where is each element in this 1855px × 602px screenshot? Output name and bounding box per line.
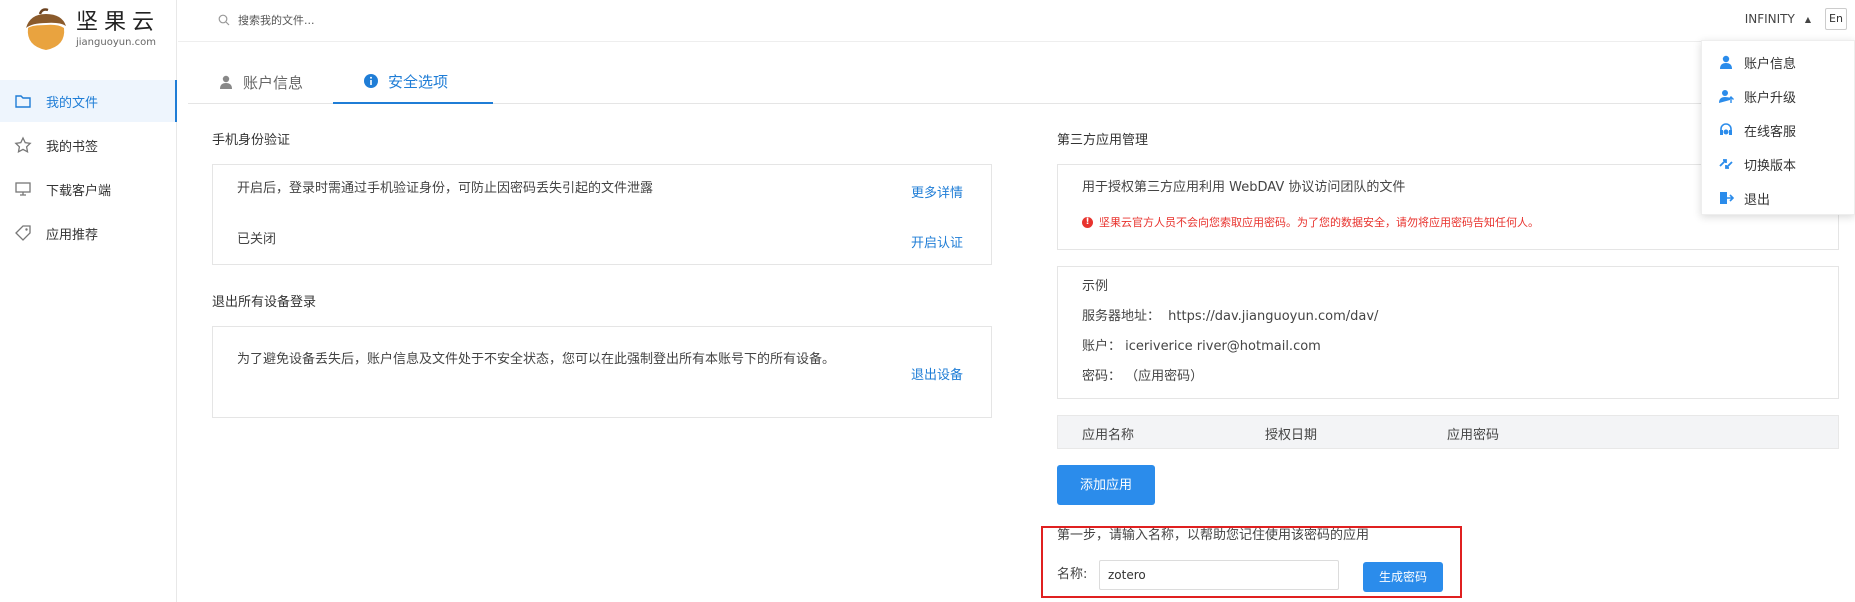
- step-instruction: 第一步，请输入名称，以帮助您记住使用该密码的应用: [1057, 528, 1370, 543]
- logo[interactable]: 坚果云 jianguoyun.com: [20, 8, 160, 52]
- logout-icon: [1720, 192, 1734, 204]
- tab-label: 账户信息: [243, 73, 304, 92]
- app-name-input[interactable]: zotero: [1099, 560, 1339, 590]
- user-icon: [1720, 55, 1732, 69]
- star-icon: [14, 136, 32, 154]
- menu-item-account-info[interactable]: 账户信息: [1702, 45, 1854, 79]
- logo-en: jianguoyun.com: [76, 37, 156, 48]
- account-row: 账户： iceriverice river@hotmail.com: [1082, 336, 1321, 358]
- search-icon: [218, 14, 230, 26]
- logout-all-title: 退出所有设备登录: [212, 295, 317, 310]
- tag-icon: [15, 225, 31, 241]
- third-party-title: 第三方应用管理: [1057, 133, 1149, 148]
- sidebar-item-label: 应用推荐: [46, 227, 99, 243]
- warning-text: 坚果云官方人员不会向您索取应用密码。为了您的数据安全，请勿将应用密码告知任何人。: [1099, 216, 1539, 229]
- sidebar-item-label: 下载客户端: [46, 183, 112, 199]
- user-menu-toggle[interactable]: INFINITY ▲: [1745, 12, 1811, 26]
- add-app-button[interactable]: 添加应用: [1057, 465, 1155, 505]
- generate-password-button[interactable]: 生成密码: [1363, 562, 1443, 592]
- switch-icon: [1719, 159, 1733, 169]
- menu-item-logout[interactable]: 退出: [1702, 181, 1854, 215]
- column-app-password: 应用密码: [1447, 428, 1500, 443]
- logout-all-card: [212, 326, 992, 418]
- menu-item-label: 账户升级: [1744, 90, 1797, 106]
- menu-item-label: 在线客服: [1744, 124, 1797, 140]
- sidebar-item-my-files[interactable]: 我的文件: [0, 80, 177, 122]
- sidebar-item-label: 我的书签: [46, 139, 99, 155]
- phone-auth-title: 手机身份验证: [212, 133, 291, 148]
- menu-item-account-upgrade[interactable]: 账户升级: [1702, 79, 1854, 113]
- search-placeholder: 搜索我的文件...: [238, 14, 315, 27]
- menu-item-label: 退出: [1744, 192, 1771, 208]
- tab-label: 安全选项: [388, 72, 449, 91]
- user-upgrade-icon: [1719, 90, 1734, 103]
- sidebar-item-bookmarks[interactable]: 我的书签: [0, 124, 177, 166]
- password-row: 密码： （应用密码）: [1082, 366, 1203, 388]
- enable-auth-link[interactable]: 开启认证: [911, 232, 963, 251]
- nut-logo-icon: [20, 8, 70, 52]
- user-icon: [220, 75, 232, 89]
- topbar: 搜索我的文件... INFINITY ▲ En: [178, 0, 1855, 42]
- phone-auth-desc: 开启后，登录时需通过手机验证身份，可防止因密码丢失引起的文件泄露: [237, 181, 654, 196]
- sidebar-item-app-recommend[interactable]: 应用推荐: [0, 212, 177, 254]
- user-dropdown-menu: 账户信息 账户升级 在线客服 切换版本 退出: [1701, 40, 1855, 215]
- menu-item-switch-version[interactable]: 切换版本: [1702, 147, 1854, 181]
- info-icon: [364, 74, 379, 88]
- tab-account-info[interactable]: 账户信息: [188, 60, 333, 104]
- phone-auth-status: 已关闭: [237, 232, 277, 247]
- menu-item-label: 账户信息: [1744, 56, 1797, 72]
- logout-all-desc: 为了避免设备丢失后，账户信息及文件处于不安全状态，您可以在此强制登出所有本账号下…: [237, 352, 836, 367]
- password-label: 密码：: [1082, 369, 1122, 384]
- column-app-name: 应用名称: [1082, 428, 1135, 443]
- password-value: （应用密码）: [1125, 369, 1204, 384]
- monitor-icon: [15, 182, 31, 196]
- more-details-link[interactable]: 更多详情: [911, 182, 963, 201]
- sidebar: 坚果云 jianguoyun.com 我的文件 我的书签 下载客户端 应用推荐: [0, 0, 177, 602]
- security-warning: ! 坚果云官方人员不会向您索取应用密码。为了您的数据安全，请勿将应用密码告知任何…: [1082, 214, 1539, 230]
- folder-icon: [15, 95, 31, 108]
- menu-item-label: 切换版本: [1744, 158, 1797, 174]
- server-value: https://dav.jianguoyun.com/dav/: [1168, 309, 1379, 324]
- sidebar-item-download-client[interactable]: 下载客户端: [0, 168, 177, 210]
- caret-up-icon: ▲: [1804, 14, 1811, 24]
- headset-icon: [1720, 123, 1732, 135]
- logout-devices-link[interactable]: 退出设备: [911, 364, 963, 383]
- account-value: iceriverice river@hotmail.com: [1125, 339, 1321, 354]
- app-table-header: 应用名称 授权日期 应用密码: [1057, 415, 1839, 449]
- logo-text: 坚果云 jianguoyun.com: [76, 12, 160, 48]
- column-auth-date: 授权日期: [1265, 428, 1318, 443]
- server-address-row: 服务器地址： https://dav.jianguoyun.com/dav/: [1082, 306, 1378, 328]
- search-input[interactable]: 搜索我的文件...: [218, 12, 315, 28]
- tab-security-options[interactable]: 安全选项: [333, 60, 494, 104]
- sidebar-nav: 我的文件 我的书签 下载客户端 应用推荐: [0, 80, 177, 256]
- settings-tabs: 账户信息 安全选项: [188, 60, 1855, 104]
- name-label: 名称:: [1057, 567, 1088, 582]
- menu-item-online-support[interactable]: 在线客服: [1702, 113, 1854, 147]
- logo-cn: 坚果云: [76, 10, 161, 35]
- example-title: 示例: [1082, 279, 1109, 294]
- language-toggle-button[interactable]: En: [1825, 8, 1847, 30]
- server-label: 服务器地址：: [1082, 309, 1161, 324]
- account-label: 账户：: [1082, 339, 1122, 354]
- username: INFINITY: [1744, 12, 1795, 26]
- third-party-desc: 用于授权第三方应用利用 WebDAV 协议访问团队的文件: [1082, 180, 1406, 195]
- warning-icon: !: [1082, 216, 1093, 228]
- sidebar-item-label: 我的文件: [46, 95, 99, 111]
